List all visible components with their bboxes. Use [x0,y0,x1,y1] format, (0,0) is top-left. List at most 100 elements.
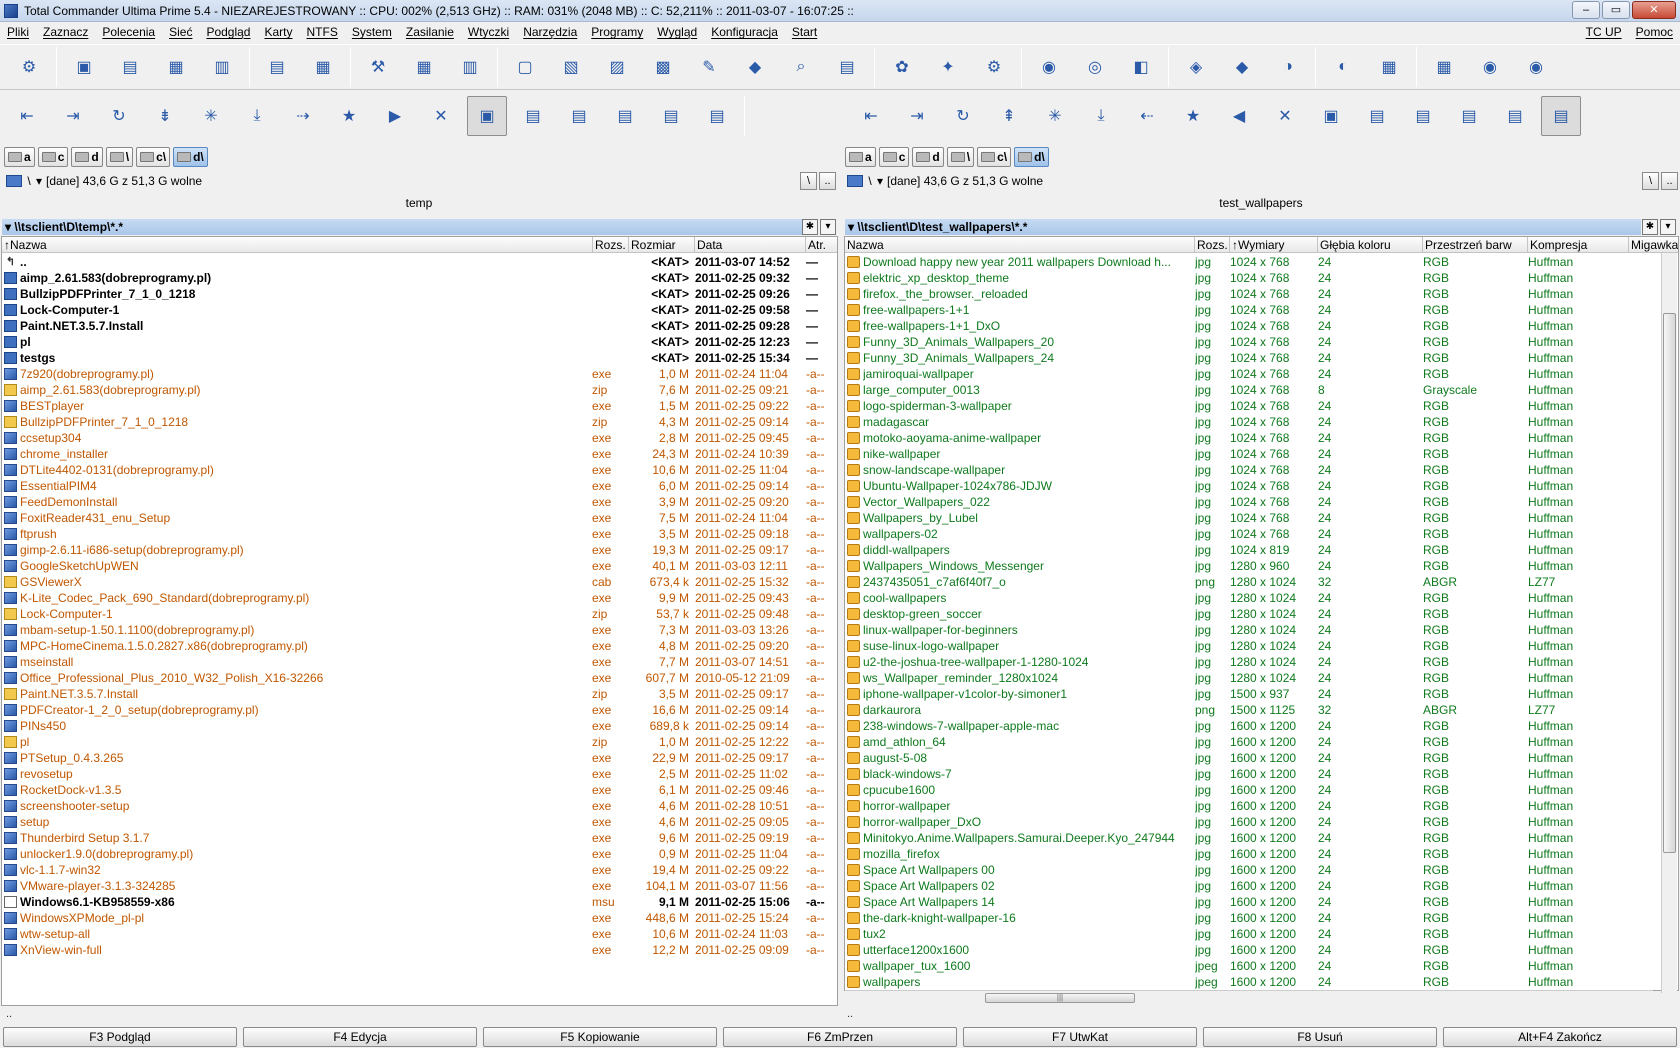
nav-button-icon[interactable]: ▣ [467,96,507,136]
file-row[interactable]: utterface1200x1600 jpg 1600 x 1200 24 RGB Huf… [845,942,1678,958]
file-row[interactable]: BullzipPDFPrinter_7_1_0_1218 <KAT> 2011-02… [2,286,837,302]
file-row[interactable]: GoogleSketchUpWEN exe 40,1 M 2011-03-03 12:… [2,558,837,574]
file-row[interactable]: Lock-Computer-1 <KAT> 2011-02-25 09:58 — [2,302,837,318]
nav-button-icon[interactable]: ▣ [1311,96,1351,136]
file-row[interactable]: Wallpapers_Windows_Messenger jpg 1280 x 96… [845,558,1678,574]
nav-button-icon[interactable]: ⇟ [145,96,185,136]
file-row[interactable]: darkaurora png 1500 x 1125 32 ABGR LZ77 [845,702,1678,718]
drive-button-1[interactable]: c [37,147,69,167]
function-key-button-1[interactable]: F4 Edycja [243,1027,477,1047]
file-row[interactable]: Wallpapers_by_Lubel jpg 1024 x 768 24 RGB Huf… [845,510,1678,526]
close-button[interactable]: ✕ [1632,1,1676,19]
right-vertical-scrollbar[interactable] [1661,253,1677,993]
file-row[interactable]: Space Art Wallpapers 00 jpg 1600 x 1200 24 R… [845,862,1678,878]
file-row[interactable]: Ubuntu-Wallpaper-1024x786-JDJW jpg 1024 x … [845,478,1678,494]
file-row[interactable]: vlc-1.1.7-win32 exe 19,4 M 2011-02-25 09:22… [2,862,837,878]
column-attr[interactable]: Atr. [806,237,837,253]
toolbar-button-icon[interactable]: ▩ [645,49,681,85]
column-dimensions[interactable]: ↑Wymiary [1230,237,1318,253]
toolbar-button-icon[interactable]: ✦ [930,49,966,85]
toolbar-button-icon[interactable]: ◉ [1031,49,1067,85]
file-row[interactable]: Office_Professional_Plus_2010_W32_Polish… [2,670,837,686]
file-row[interactable]: logo-spiderman-3-wallpaper jpg 1024 x 768 2… [845,398,1678,414]
file-row[interactable]: motoko-aoyama-anime-wallpaper jpg 1024 x 7… [845,430,1678,446]
file-row[interactable]: ws_Wallpaper_reminder_1280x1024 jpg 1280 x… [845,670,1678,686]
menu-item-10[interactable]: Narzędzia [516,25,584,39]
file-row[interactable]: wallpapers jpeg 1600 x 1200 24 RGB Huffman [845,974,1678,990]
file-row[interactable]: setup exe 4,6 M 2011-02-25 09:05 -a-- [2,814,837,830]
column-name[interactable]: ↑Nazwa [2,237,593,253]
drive-button-0[interactable]: a [845,147,876,167]
toolbar-button-icon[interactable]: ◎ [1077,49,1113,85]
nav-button-icon[interactable]: ⇥ [897,96,937,136]
file-row[interactable]: RocketDock-v1.3.5 exe 6,1 M 2011-02-25 09:4… [2,782,837,798]
nav-button-icon[interactable]: ⤓ [237,96,277,136]
drive-button-3[interactable]: \ [946,147,975,167]
file-row[interactable]: ftprush exe 3,5 M 2011-02-25 09:18 -a-- [2,526,837,542]
file-row[interactable]: ↰.. <KAT> 2011-03-07 14:52 — [2,254,837,270]
file-row[interactable]: amd_athlon_64 jpg 1600 x 1200 24 RGB Huffman [845,734,1678,750]
drive-button-2[interactable]: d [71,147,103,167]
toolbar-button-icon[interactable]: ⚒ [360,49,396,85]
right-horizontal-scrollbar[interactable]: ||| [845,990,1653,1004]
nav-button-icon[interactable]: ▤ [1495,96,1535,136]
file-row[interactable]: DTLite4402-0131(dobreprogramy.pl) exe 10,6… [2,462,837,478]
function-key-button-3[interactable]: F6 ZmPrzen [723,1027,957,1047]
file-row[interactable]: pl <KAT> 2011-02-25 12:23 — [2,334,837,350]
file-row[interactable]: VMware-player-3.1.3-324285 exe 104,1 M 2011… [2,878,837,894]
column-ext[interactable]: Rozs. [593,237,629,253]
toolbar-button-icon[interactable]: ▦ [158,49,194,85]
menu-item-right-1[interactable]: Pomoc [1629,25,1680,39]
nav-button-icon[interactable]: ⇥ [53,96,93,136]
file-row[interactable]: PTSetup_0.4.3.265 exe 22,9 M 2011-02-25 09:… [2,750,837,766]
menu-item-5[interactable]: Karty [257,25,299,39]
column-name[interactable]: Nazwa [845,237,1195,253]
toolbar-button-icon[interactable]: ▣ [66,49,102,85]
file-row[interactable]: Minitokyo.Anime.Wallpapers.Samurai.Deepe… [845,830,1678,846]
file-row[interactable]: mseinstall exe 7,7 M 2011-03-07 14:51 -a-- [2,654,837,670]
file-row[interactable]: BullzipPDFPrinter_7_1_0_1218 zip 4,3 M 2011… [2,414,837,430]
nav-button-icon[interactable]: ✕ [1265,96,1305,136]
file-row[interactable]: PDFCreator-1_2_0_setup(dobreprogramy.pl)… [2,702,837,718]
column-color-depth[interactable]: Głębia koloru [1318,237,1423,253]
file-row[interactable]: EssentialPIM4 exe 6,0 M 2011-02-25 09:14 -a-… [2,478,837,494]
nav-button-icon[interactable]: ◀ [1219,96,1259,136]
file-row[interactable]: Lock-Computer-1 zip 53,7 k 2011-02-25 09:48… [2,606,837,622]
hotlist-chevron-icon[interactable]: ▾ [1660,219,1676,235]
history-star-icon[interactable]: ✱ [1642,219,1658,235]
toolbar-button-icon[interactable]: ◉ [1518,49,1554,85]
file-row[interactable]: FoxitReader431_enu_Setup exe 7,5 M 2011-02-… [2,510,837,526]
drive-button-4[interactable]: c\ [977,147,1012,167]
file-row[interactable]: GSViewerX cab 673,4 k 2011-02-25 15:32 -a-- [2,574,837,590]
nav-button-icon[interactable]: ▤ [651,96,691,136]
file-row[interactable]: Space Art Wallpapers 14 jpg 1600 x 1200 24 R… [845,894,1678,910]
file-row[interactable]: XnView-win-full exe 12,2 M 2011-02-25 09:09… [2,942,837,958]
file-row[interactable]: ccsetup304 exe 2,8 M 2011-02-25 09:45 -a-- [2,430,837,446]
toolbar-button-icon[interactable]: ✿ [884,49,920,85]
file-row[interactable]: FeedDemonInstall exe 3,9 M 2011-02-25 09:20… [2,494,837,510]
file-row[interactable]: revosetup exe 2,5 M 2011-02-25 11:02 -a-- [2,766,837,782]
file-row[interactable]: jamiroquai-wallpaper jpg 1024 x 768 24 RGB Hu… [845,366,1678,382]
nav-button-icon[interactable]: ▤ [1403,96,1443,136]
minimize-button[interactable]: – [1572,1,1600,19]
drive-button-5[interactable]: d\ [1014,147,1049,167]
nav-button-icon[interactable]: ★ [1173,96,1213,136]
nav-button-icon[interactable]: ⇞ [989,96,1029,136]
toolbar-button-icon[interactable]: ◈ [1178,49,1214,85]
file-row[interactable]: linux-wallpaper-for-beginners jpg 1280 x 1… [845,622,1678,638]
history-star-icon[interactable]: ✱ [802,219,818,235]
nav-button-icon[interactable]: ✳ [191,96,231,136]
right-path-bar[interactable]: ▾ \\tsclient\D\test_wallpapers\*.* [845,219,1641,235]
file-row[interactable]: WindowsXPMode_pl-pl exe 448,6 M 2011-02-25 … [2,910,837,926]
column-shutter[interactable]: Migawka [1629,237,1678,253]
toolbar-button-icon[interactable]: ◉ [1472,49,1508,85]
column-color-space[interactable]: Przestrzeń barw [1423,237,1528,253]
column-compression[interactable]: Kompresja [1528,237,1629,253]
maximize-button[interactable]: ▭ [1602,1,1630,19]
nav-button-icon[interactable]: ✳ [1035,96,1075,136]
file-row[interactable]: gimp-2.6.11-i686-setup(dobreprogramy.pl)… [2,542,837,558]
file-row[interactable]: Paint.NET.3.5.7.Install <KAT> 2011-02-25 0… [2,318,837,334]
left-drive-combo[interactable]: \ ▾ [4,172,46,190]
menu-item-4[interactable]: Podgląd [199,25,257,39]
function-key-button-0[interactable]: F3 Podgląd [3,1027,237,1047]
